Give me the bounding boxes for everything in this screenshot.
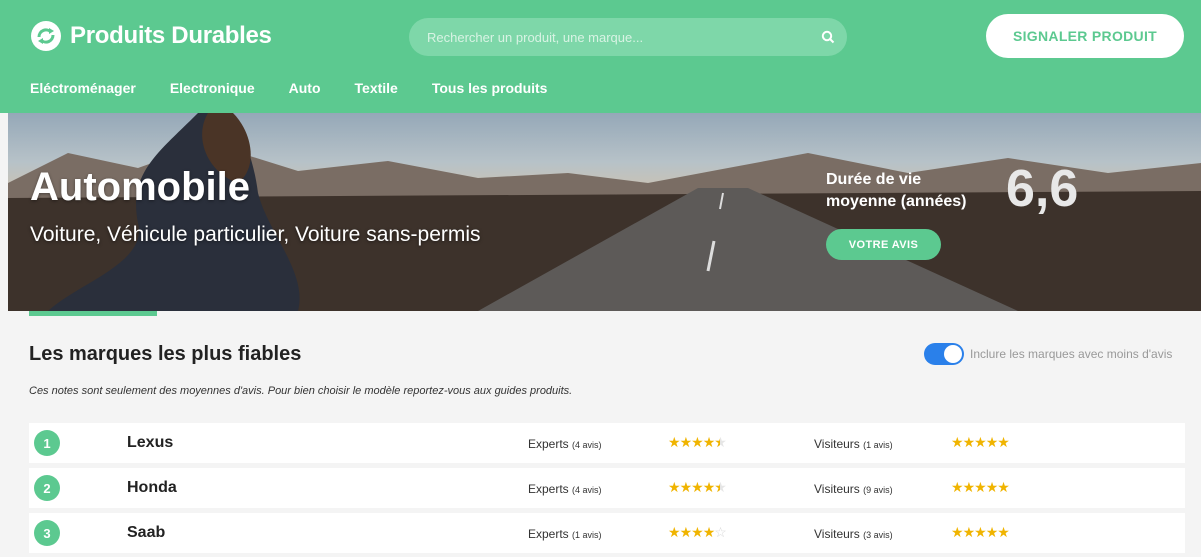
include-brands-toggle-group: Inclure les marques avec moins d'avis	[924, 343, 1172, 365]
hero-banner: Automobile Voiture, Véhicule particulier…	[8, 113, 1201, 311]
star-full-icon: ★	[974, 479, 987, 495]
visitors-label: Visiteurs (3 avis)	[814, 527, 893, 541]
experts-label-text: Experts	[528, 527, 569, 541]
visitors-rating-stars: ★★★★★	[951, 434, 1010, 451]
star-full-icon: ★	[962, 434, 976, 450]
section-title: Les marques les plus fiables	[29, 343, 302, 365]
star-full-icon: ★	[691, 524, 704, 540]
search-icon[interactable]	[809, 18, 847, 56]
star-full-icon: ★	[974, 524, 987, 540]
report-product-button[interactable]: SIGNALER PRODUIT	[986, 14, 1184, 58]
star-full-icon: ★	[985, 524, 999, 540]
toggle-knob	[944, 345, 962, 363]
visitors-rating-stars: ★★★★★	[951, 479, 1010, 496]
your-review-button[interactable]: VOTRE AVIS	[826, 229, 941, 260]
star-full-icon: ★	[679, 479, 693, 495]
star-half-icon: ★	[714, 434, 727, 451]
visitors-label-text: Visiteurs	[814, 482, 860, 496]
page-title: Automobile	[30, 165, 250, 209]
brand-row[interactable]: 1 Lexus Experts (4 avis) ★★★★★ Visiteurs…	[29, 423, 1185, 463]
experts-label: Experts (1 avis)	[528, 527, 602, 541]
star-full-icon: ★	[951, 524, 964, 540]
visitors-label-text: Visiteurs	[814, 437, 860, 451]
visitors-count: (3 avis)	[863, 530, 893, 540]
star-full-icon: ★	[951, 434, 964, 450]
section-note: Ces notes sont seulement des moyennes d'…	[29, 385, 573, 397]
visitors-label-text: Visiteurs	[814, 527, 860, 541]
rank-badge: 3	[34, 520, 60, 546]
page-subtitle: Voiture, Véhicule particulier, Voiture s…	[30, 223, 481, 246]
star-half-icon: ★	[714, 479, 727, 496]
experts-label: Experts (4 avis)	[528, 437, 602, 451]
visitors-count: (1 avis)	[863, 440, 893, 450]
star-full-icon: ★	[962, 479, 976, 495]
star-full-icon: ★	[668, 434, 681, 450]
star-full-icon: ★	[702, 434, 716, 450]
star-full-icon: ★	[691, 434, 704, 450]
star-empty-icon: ☆	[714, 524, 727, 540]
rank-badge: 2	[34, 475, 60, 501]
star-full-icon: ★	[962, 524, 976, 540]
experts-rating-stars: ★★★★☆	[668, 524, 727, 541]
star-full-icon: ★	[985, 479, 999, 495]
brand-name[interactable]: Lexus	[127, 434, 173, 452]
star-full-icon: ★	[974, 434, 987, 450]
brand-ranking-list: 1 Lexus Experts (4 avis) ★★★★★ Visiteurs…	[29, 423, 1185, 557]
star-full-icon: ★	[997, 434, 1010, 450]
search-input[interactable]	[427, 29, 809, 45]
brand-row[interactable]: 3 Saab Experts (1 avis) ★★★★☆ Visiteurs …	[29, 513, 1185, 553]
search-bar	[409, 18, 847, 56]
visitors-count: (9 avis)	[863, 485, 893, 495]
star-full-icon: ★	[702, 479, 716, 495]
star-full-icon: ★	[997, 524, 1010, 540]
nav-item-electromenager[interactable]: Eléctroménager	[30, 80, 136, 96]
star-full-icon: ★	[679, 524, 693, 540]
experts-label-text: Experts	[528, 437, 569, 451]
star-full-icon: ★	[997, 479, 1010, 495]
star-full-icon: ★	[679, 434, 693, 450]
nav-item-auto[interactable]: Auto	[289, 80, 321, 96]
experts-label: Experts (4 avis)	[528, 482, 602, 496]
nav-item-all-products[interactable]: Tous les produits	[432, 80, 548, 96]
brand-name[interactable]: Honda	[127, 479, 177, 497]
lifespan-value: 6,6	[1006, 160, 1079, 218]
section-accent-divider	[29, 311, 157, 316]
experts-rating-stars: ★★★★★	[668, 479, 727, 496]
category-nav: Eléctroménager Electronique Auto Textile…	[30, 80, 581, 96]
top-bar: Produits Durables SIGNALER PRODUIT Eléct…	[0, 0, 1201, 113]
star-full-icon: ★	[691, 479, 704, 495]
visitors-rating-stars: ★★★★★	[951, 524, 1010, 541]
brand-row[interactable]: 2 Honda Experts (4 avis) ★★★★★ Visiteurs…	[29, 468, 1185, 508]
star-full-icon: ★	[951, 479, 964, 495]
include-brands-toggle[interactable]	[924, 343, 964, 365]
experts-count: (4 avis)	[572, 440, 602, 450]
star-full-icon: ★	[702, 524, 716, 540]
brand-name[interactable]: Saab	[127, 524, 165, 542]
visitors-label: Visiteurs (9 avis)	[814, 482, 893, 496]
star-full-icon: ★	[668, 479, 681, 495]
nav-item-electronique[interactable]: Electronique	[170, 80, 255, 96]
nav-item-textile[interactable]: Textile	[355, 80, 398, 96]
star-full-icon: ★	[668, 524, 681, 540]
visitors-label: Visiteurs (1 avis)	[814, 437, 893, 451]
star-full-icon: ★	[985, 434, 999, 450]
experts-count: (4 avis)	[572, 485, 602, 495]
logo[interactable]: Produits Durables	[30, 20, 272, 52]
toggle-label: Inclure les marques avec moins d'avis	[970, 347, 1173, 361]
lifespan-label: Durée de vie moyenne (années)	[826, 171, 967, 210]
rank-badge: 1	[34, 430, 60, 456]
experts-rating-stars: ★★★★★	[668, 434, 727, 451]
recycle-logo-icon	[31, 21, 61, 51]
logo-text: Produits Durables	[70, 22, 272, 49]
experts-label-text: Experts	[528, 482, 569, 496]
experts-count: (1 avis)	[572, 530, 602, 540]
